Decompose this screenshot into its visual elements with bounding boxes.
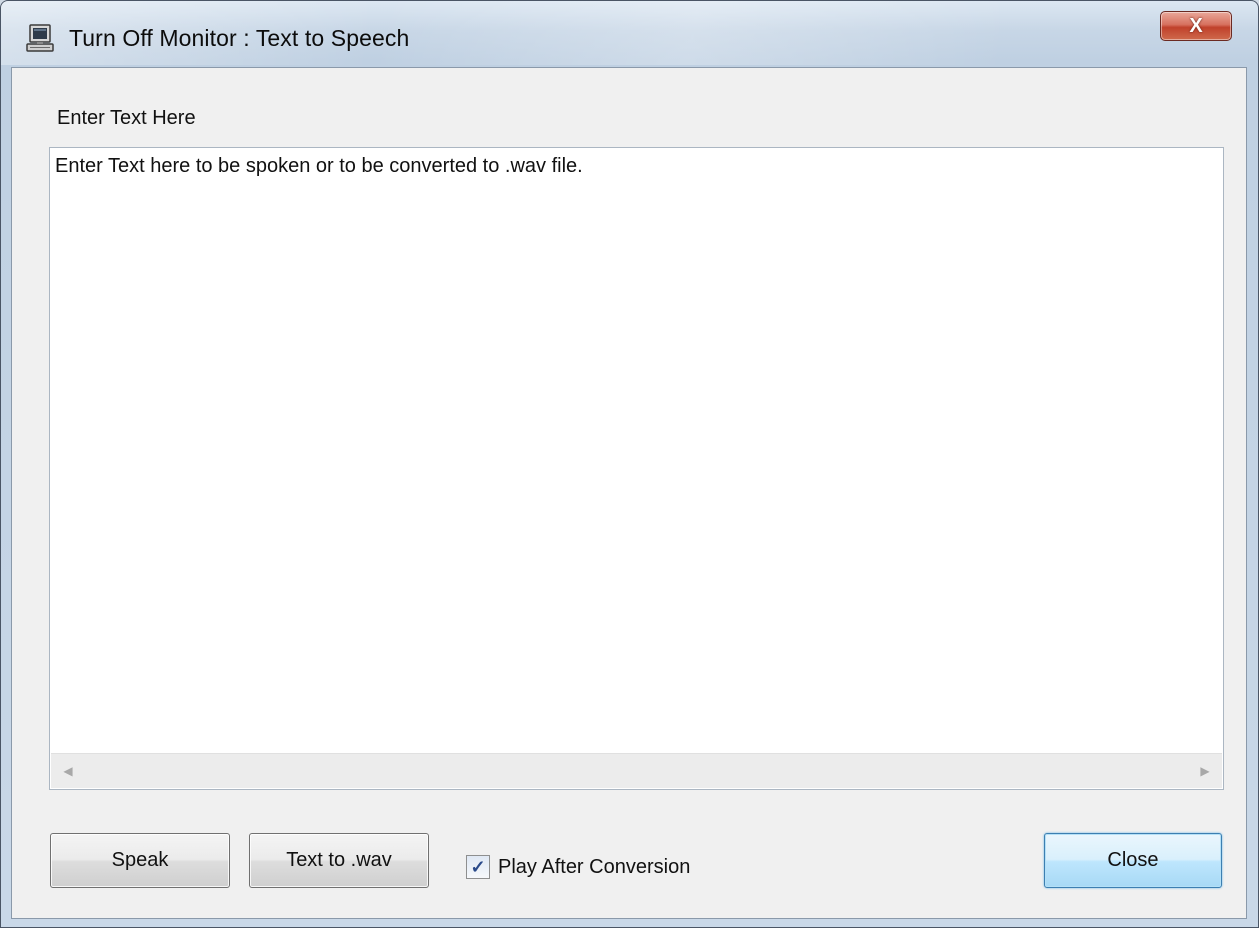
- window-close-button[interactable]: X: [1160, 11, 1232, 41]
- title-bar[interactable]: Turn Off Monitor : Text to Speech X: [1, 1, 1258, 67]
- close-icon: X: [1189, 14, 1203, 37]
- speech-text-value[interactable]: Enter Text here to be spoken or to be co…: [55, 155, 583, 178]
- dialog-window: Turn Off Monitor : Text to Speech X Ente…: [0, 0, 1259, 928]
- text-to-wav-button[interactable]: Text to .wav: [249, 833, 429, 888]
- checkmark-icon: ✓: [470, 856, 486, 877]
- play-after-conversion-checkbox[interactable]: ✓: [466, 855, 490, 879]
- play-after-conversion-label[interactable]: Play After Conversion: [498, 856, 690, 879]
- enter-text-label: Enter Text Here: [57, 107, 196, 129]
- dialog-client-area: Enter Text Here Enter Text here to be sp…: [11, 67, 1247, 919]
- scroll-left-arrow-icon[interactable]: ◀: [51, 754, 85, 788]
- close-button[interactable]: Close: [1044, 833, 1222, 888]
- horizontal-scrollbar[interactable]: ◀ ▶: [51, 753, 1222, 788]
- speak-button[interactable]: Speak: [50, 833, 230, 888]
- speech-text-input[interactable]: Enter Text here to be spoken or to be co…: [49, 147, 1224, 790]
- play-after-conversion-option[interactable]: ✓ Play After Conversion: [466, 854, 690, 880]
- window-title: Turn Off Monitor : Text to Speech: [69, 25, 410, 51]
- scroll-right-arrow-icon[interactable]: ▶: [1188, 754, 1222, 788]
- computer-monitor-icon: [26, 24, 54, 52]
